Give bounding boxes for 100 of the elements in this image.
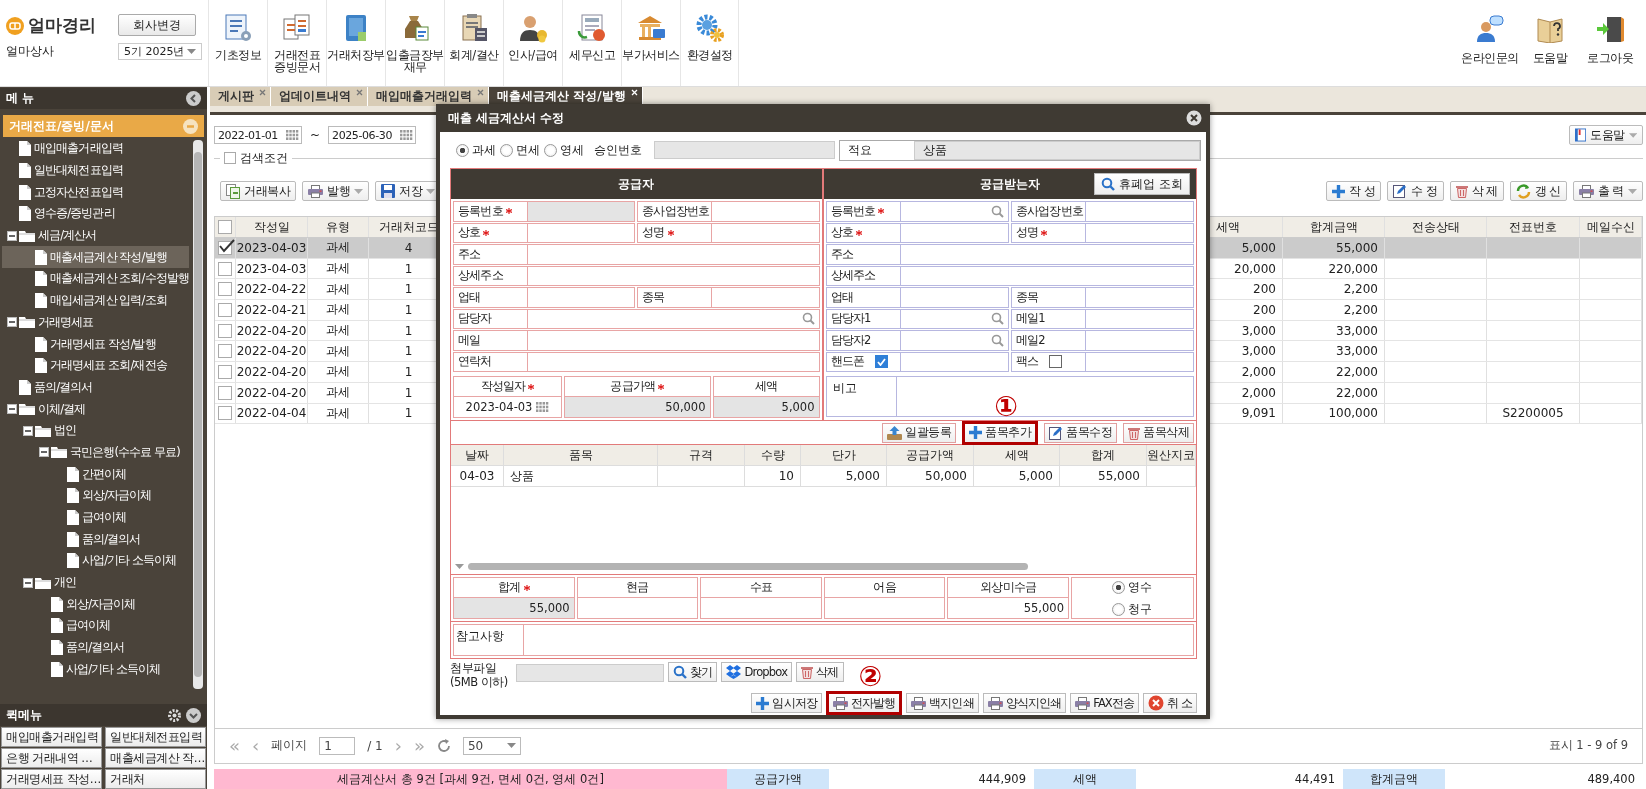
tree-item[interactable]: 매입세금계산 입력/조회 xyxy=(2,289,189,312)
column-header[interactable]: 작성일 xyxy=(236,217,308,237)
column-header[interactable]: 전표번호 xyxy=(1487,217,1580,237)
tab[interactable]: 매입매출거래입력 xyxy=(368,87,489,106)
field-label: 적요 xyxy=(847,141,873,159)
tree-item[interactable]: 사업/기타 소득이체 xyxy=(2,550,189,572)
tree-item[interactable]: 외상/자금이체 xyxy=(2,485,189,507)
column-header[interactable]: 유형 xyxy=(308,217,369,237)
toolbar-button[interactable]: 갱 신 xyxy=(1509,181,1567,201)
tree-item[interactable]: 법인 xyxy=(2,419,189,442)
tree-item[interactable]: 매출세금계산 작성/발행 xyxy=(2,246,189,269)
table-cell: 22,000 xyxy=(1283,382,1385,403)
page-label: 페이지 xyxy=(271,737,308,754)
item-button[interactable]: 품목수정 xyxy=(1044,422,1117,443)
text-field[interactable]: 5,000 xyxy=(713,397,819,417)
toolbar-button[interactable]: 거래복사 xyxy=(220,181,296,201)
nav-button[interactable]: 환경설정 xyxy=(680,0,739,86)
tree-item[interactable]: 간편이체 xyxy=(2,463,189,485)
page-size-select[interactable]: 50 xyxy=(462,736,521,755)
column-header[interactable]: 합계 xyxy=(1060,445,1147,465)
action-button[interactable]: 임시저장 xyxy=(751,693,822,713)
quick-menu-button[interactable]: 매입매출거래입력 xyxy=(1,727,102,747)
lookup-button[interactable]: 휴폐업 조회 xyxy=(1094,173,1190,195)
table-cell: S2200005 xyxy=(1487,403,1580,424)
column-header[interactable]: 품목 xyxy=(504,445,658,465)
column-header[interactable]: 전송상태 xyxy=(1385,217,1487,237)
action-button[interactable]: 취 소 xyxy=(1143,693,1197,713)
column-header[interactable]: 세액 xyxy=(974,445,1060,465)
nav-button[interactable]: 부가서비스 xyxy=(621,0,680,86)
change-company-button[interactable]: 회사변경 xyxy=(118,14,196,36)
dialog-title: 매출 세금계산서 수정 xyxy=(448,109,565,127)
date-field[interactable]: 2025-06-30 xyxy=(328,126,417,144)
action-button[interactable]: FAX전송 xyxy=(1070,693,1140,713)
table-cell: 2023-04-03 xyxy=(236,258,308,279)
field-label: 수표 xyxy=(749,580,773,595)
date-field[interactable]: 2022-01-01 xyxy=(214,126,302,144)
column-header[interactable]: 합계금액 xyxy=(1283,217,1385,237)
tree-item[interactable]: 이체/결제 xyxy=(2,398,189,420)
table-cell: 100,000 xyxy=(1283,403,1385,424)
tree-item[interactable]: 급여이체 xyxy=(2,615,189,637)
quick-menu-button[interactable]: 매출세금계산 작… xyxy=(105,748,206,768)
quick-menu-button[interactable]: 일반대체전표입력 xyxy=(105,727,206,747)
nav-button[interactable]: 거래처장부 xyxy=(326,0,385,86)
toolbar-button[interactable]: 출 력 xyxy=(1572,181,1643,201)
tab[interactable]: 업데이트내역 xyxy=(271,87,368,106)
tree-item[interactable]: 외상/자금이체 xyxy=(2,593,189,616)
toolbar-button[interactable]: 작 성 xyxy=(1326,181,1382,201)
table-cell: 과세 xyxy=(308,279,369,300)
summary-label: 합계금액 xyxy=(1343,769,1445,789)
column-header[interactable]: 수량 xyxy=(745,445,801,465)
toolbar-button[interactable]: 삭 제 xyxy=(1449,181,1504,201)
tree-item[interactable]: 일반대체전표입력 xyxy=(2,159,189,182)
column-header[interactable]: 날짜 xyxy=(451,445,504,465)
tree-item[interactable]: 거래명세표 조회/재전송 xyxy=(2,354,189,377)
column-header[interactable]: 원산지코 xyxy=(1147,445,1196,465)
table-cell: 10 xyxy=(745,466,801,486)
action-button[interactable]: 양식지인쇄 xyxy=(982,693,1067,713)
item-button[interactable]: 일괄등록 xyxy=(882,422,956,443)
range-separator: ~ xyxy=(310,128,321,142)
page-field[interactable]: 1 xyxy=(319,736,356,755)
page-count: / 1 xyxy=(367,738,383,753)
nav-button[interactable]: 입출금장부 재무 xyxy=(385,0,444,86)
column-header[interactable]: 단가 xyxy=(801,445,887,465)
tree-item[interactable]: 품의/결의서 xyxy=(2,528,189,551)
attachment-button[interactable]: Dropbox xyxy=(721,662,793,682)
attachment-button[interactable]: 찾기 xyxy=(668,662,718,682)
column-header[interactable]: 메일수신 xyxy=(1580,217,1642,237)
tab[interactable]: 게시판 xyxy=(210,87,271,106)
column-header[interactable]: 규격 xyxy=(658,445,745,465)
summary-count: 세금계산서 총 9건 [과세 9건, 면세 0건, 영세 0건] xyxy=(214,769,727,789)
toolbar-button[interactable]: 수 정 xyxy=(1387,181,1444,201)
tree-item[interactable]: 품의/결의서 xyxy=(2,636,189,659)
text-field[interactable]: 상품 xyxy=(914,140,1200,160)
field-label: 세액 xyxy=(754,379,778,394)
tree-item[interactable]: 사업/기타 소득이체 xyxy=(2,658,189,681)
tree-item[interactable]: 급여이체 xyxy=(2,506,189,529)
tree-item[interactable]: 거래명세표 xyxy=(2,311,189,334)
tree-item[interactable]: 고정자산전표입력 xyxy=(2,181,189,204)
tree-item[interactable]: 세금/계산서 xyxy=(2,224,189,247)
action-button[interactable]: 백지인쇄 xyxy=(906,693,979,713)
tree-item[interactable]: 국민은행(수수료 무료) xyxy=(2,441,189,464)
attachment-button[interactable]: 삭제 xyxy=(796,662,844,682)
tree-item[interactable]: 개인 xyxy=(2,571,189,594)
tree-item[interactable]: 매입매출거래입력 xyxy=(2,138,189,160)
item-button[interactable]: 품목삭제 xyxy=(1123,422,1194,443)
column-header[interactable]: 공급가액 xyxy=(887,445,974,465)
text-field[interactable]: 55,000 xyxy=(454,598,574,618)
quick-menu-button[interactable]: 은행 거래내역 … xyxy=(1,748,102,768)
help-button[interactable]: 도움말 xyxy=(1569,125,1643,145)
tree-item[interactable]: 영수증/증빙관리 xyxy=(2,203,189,225)
text-field[interactable]: 50,000 xyxy=(565,397,710,417)
toolbar-button[interactable]: 발행 xyxy=(302,181,369,201)
table-cell: 과세 xyxy=(308,320,369,341)
tree-item[interactable]: 거래명세표 작성/발행 xyxy=(2,333,189,355)
quick-menu-button[interactable]: 거래명세표 작성… xyxy=(1,769,102,789)
table-cell: 2022-04-20 xyxy=(236,320,308,341)
tree-item[interactable]: 품의/결의서 xyxy=(2,376,189,399)
quick-menu-button[interactable]: 거래처 xyxy=(105,769,206,789)
tree-item[interactable]: 매출세금계산 조회/수정발행 xyxy=(2,268,189,290)
period-select[interactable]: 5기 2025년 xyxy=(118,43,202,60)
